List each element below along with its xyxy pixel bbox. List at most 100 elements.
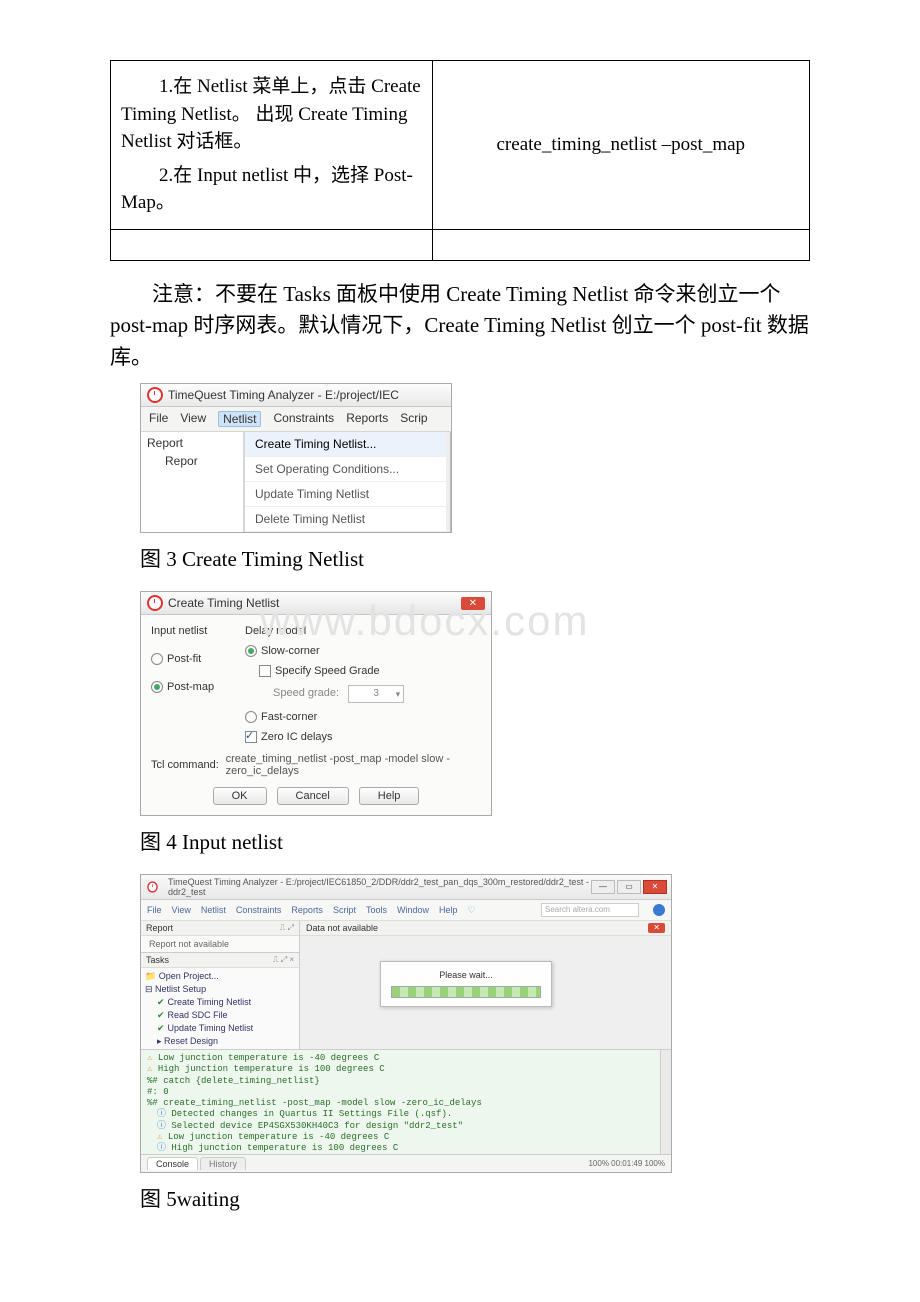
figure-4-caption: 图 4 Input netlist xyxy=(140,826,810,856)
progress-bar xyxy=(391,986,541,998)
menu-item-set-operating-conditions[interactable]: Set Operating Conditions... xyxy=(245,457,446,482)
data-tab-header: Data not available ✕ xyxy=(300,921,671,936)
close-icon[interactable]: ✕ xyxy=(648,923,665,933)
menu-file[interactable]: File xyxy=(147,905,162,915)
task-update-timing-netlist[interactable]: ✔Update Timing Netlist xyxy=(157,1022,299,1035)
radio-icon xyxy=(151,653,163,665)
tcl-command-label: Tcl command: xyxy=(151,759,220,771)
panel-controls-icon[interactable]: ⎍ ⤢ × xyxy=(273,955,294,965)
console-line: Low junction temperature is -40 degrees … xyxy=(157,1132,665,1143)
menu-constraints[interactable]: Constraints xyxy=(236,905,282,915)
post-map-label: Post-map xyxy=(167,681,214,693)
figure-5: TimeQuest Timing Analyzer - E:/project/I… xyxy=(140,874,672,1173)
report-header-label: Report xyxy=(146,923,173,933)
please-wait-dialog: Please wait... xyxy=(380,961,552,1007)
search-input[interactable]: Search altera.com xyxy=(541,903,639,917)
minimize-icon[interactable]: — xyxy=(591,880,615,894)
clock-icon xyxy=(147,387,163,403)
menu-help[interactable]: Help xyxy=(439,905,458,915)
menu-constraints[interactable]: Constraints xyxy=(273,411,334,427)
step-2: 2.在 Input netlist 中，选择 Post-Map。 xyxy=(121,162,422,217)
search-go-icon[interactable] xyxy=(653,904,665,916)
task-netlist-setup[interactable]: ⊟ Netlist Setup xyxy=(145,983,299,996)
task-open-project[interactable]: 📁 Open Project... xyxy=(145,970,299,983)
fig5-titlebar: TimeQuest Timing Analyzer - E:/project/I… xyxy=(141,875,671,900)
fig3-report-sub: Repor xyxy=(165,454,237,468)
console-line: High junction temperature is 100 degrees… xyxy=(147,1064,665,1075)
clock-icon xyxy=(147,882,158,893)
menu-item-create-timing-netlist[interactable]: Create Timing Netlist... xyxy=(245,432,446,457)
task-create-timing-netlist[interactable]: ✔Create Timing Netlist xyxy=(157,996,299,1009)
fast-corner-label: Fast-corner xyxy=(261,711,317,723)
speed-grade-select[interactable]: 3 xyxy=(348,685,404,703)
table-empty-left xyxy=(111,229,433,260)
menu-view[interactable]: View xyxy=(172,905,191,915)
specify-speed-label: Specify Speed Grade xyxy=(275,665,380,677)
checkbox-specify-speed-grade[interactable]: Specify Speed Grade xyxy=(259,665,481,677)
post-fit-label: Post-fit xyxy=(167,653,201,665)
console-line: #: 0 xyxy=(147,1087,665,1098)
radio-fast-corner[interactable]: Fast-corner xyxy=(245,711,481,723)
status-bar: 100% 00:01:49 100% xyxy=(588,1159,665,1168)
menu-item-delete-timing-netlist[interactable]: Delete Timing Netlist xyxy=(245,507,446,532)
fig3-menubar: File View Netlist Constraints Reports Sc… xyxy=(141,407,451,432)
close-icon[interactable]: ✕ xyxy=(461,597,485,610)
fig5-menubar: File View Netlist Constraints Reports Sc… xyxy=(141,900,671,921)
console-line: Selected device EP4SGX530KH40C3 for desi… xyxy=(157,1121,665,1132)
task-reset-design[interactable]: ▸ Reset Design xyxy=(157,1035,299,1048)
radio-post-map[interactable]: Post-map xyxy=(151,681,231,693)
menu-item-update-timing-netlist[interactable]: Update Timing Netlist xyxy=(245,482,446,507)
menu-tools[interactable]: Tools xyxy=(366,905,387,915)
checkbox-zero-ic-delays[interactable]: Zero IC delays xyxy=(245,731,481,743)
tasks-list: 📁 Open Project... ⊟ Netlist Setup ✔Creat… xyxy=(145,970,299,1061)
tab-console[interactable]: Console xyxy=(147,1157,198,1170)
fig3-dropdown: Create Timing Netlist... Set Operating C… xyxy=(244,432,446,532)
radio-icon xyxy=(151,681,163,693)
menu-script[interactable]: Script xyxy=(333,905,356,915)
table-right-cell: create_timing_netlist –post_map xyxy=(432,61,809,230)
console-line: %# catch {delete_timing_netlist} xyxy=(147,1076,665,1087)
cancel-button[interactable]: Cancel xyxy=(277,787,349,805)
menu-reports[interactable]: Reports xyxy=(346,411,388,427)
checkbox-icon xyxy=(245,731,257,743)
input-netlist-label: Input netlist xyxy=(151,625,231,637)
scrollbar[interactable] xyxy=(660,1050,671,1154)
speed-grade-row: Speed grade: 3 xyxy=(273,685,481,703)
slow-corner-label: Slow-corner xyxy=(261,645,320,657)
figure-4: Create Timing Netlist ✕ Input netlist Po… xyxy=(140,591,492,816)
menu-reports[interactable]: Reports xyxy=(291,905,323,915)
radio-slow-corner[interactable]: Slow-corner xyxy=(245,645,481,657)
menu-netlist[interactable]: Netlist xyxy=(218,411,261,427)
menu-netlist[interactable]: Netlist xyxy=(201,905,226,915)
fig3-edge xyxy=(446,432,451,532)
heart-icon[interactable]: ♡ xyxy=(468,905,476,916)
maximize-icon[interactable]: ▭ xyxy=(617,880,641,894)
fig3-report-panel: Report Repor xyxy=(141,432,244,532)
delay-model-label: Delay model xyxy=(245,625,481,637)
task-read-sdc-file[interactable]: ✔Read SDC File xyxy=(157,1009,299,1022)
radio-icon xyxy=(245,711,257,723)
fig5-title: TimeQuest Timing Analyzer - E:/project/I… xyxy=(168,877,591,897)
speed-grade-label: Speed grade: xyxy=(273,687,339,699)
fig3-title: TimeQuest Timing Analyzer - E:/project/I… xyxy=(168,388,399,402)
help-button[interactable]: Help xyxy=(359,787,420,805)
menu-file[interactable]: File xyxy=(149,411,168,427)
fig4-titlebar: Create Timing Netlist ✕ xyxy=(141,592,491,615)
ok-button[interactable]: OK xyxy=(213,787,267,805)
table-empty-right xyxy=(432,229,809,260)
report-panel-header: Report ⎍ ⤢ xyxy=(141,921,299,936)
checkbox-icon xyxy=(259,665,271,677)
menu-window[interactable]: Window xyxy=(397,905,429,915)
menu-view[interactable]: View xyxy=(180,411,206,427)
step-1: 1.在 Netlist 菜单上，点击 Create Timing Netlist… xyxy=(121,73,422,156)
console-line: %# create_timing_netlist -post_map -mode… xyxy=(147,1098,665,1109)
close-icon[interactable]: ✕ xyxy=(643,880,667,894)
radio-post-fit[interactable]: Post-fit xyxy=(151,653,231,665)
fig5-main-pane: Data not available ✕ Please wait... xyxy=(300,921,671,1049)
tasks-panel-header: Tasks ⎍ ⤢ × xyxy=(141,953,299,968)
menu-script[interactable]: Scrip xyxy=(400,411,427,427)
console-panel: Low junction temperature is -40 degrees … xyxy=(141,1049,671,1154)
panel-controls-icon[interactable]: ⎍ ⤢ xyxy=(280,923,294,933)
tab-history[interactable]: History xyxy=(200,1157,246,1170)
fig3-report-header: Report xyxy=(147,436,237,450)
